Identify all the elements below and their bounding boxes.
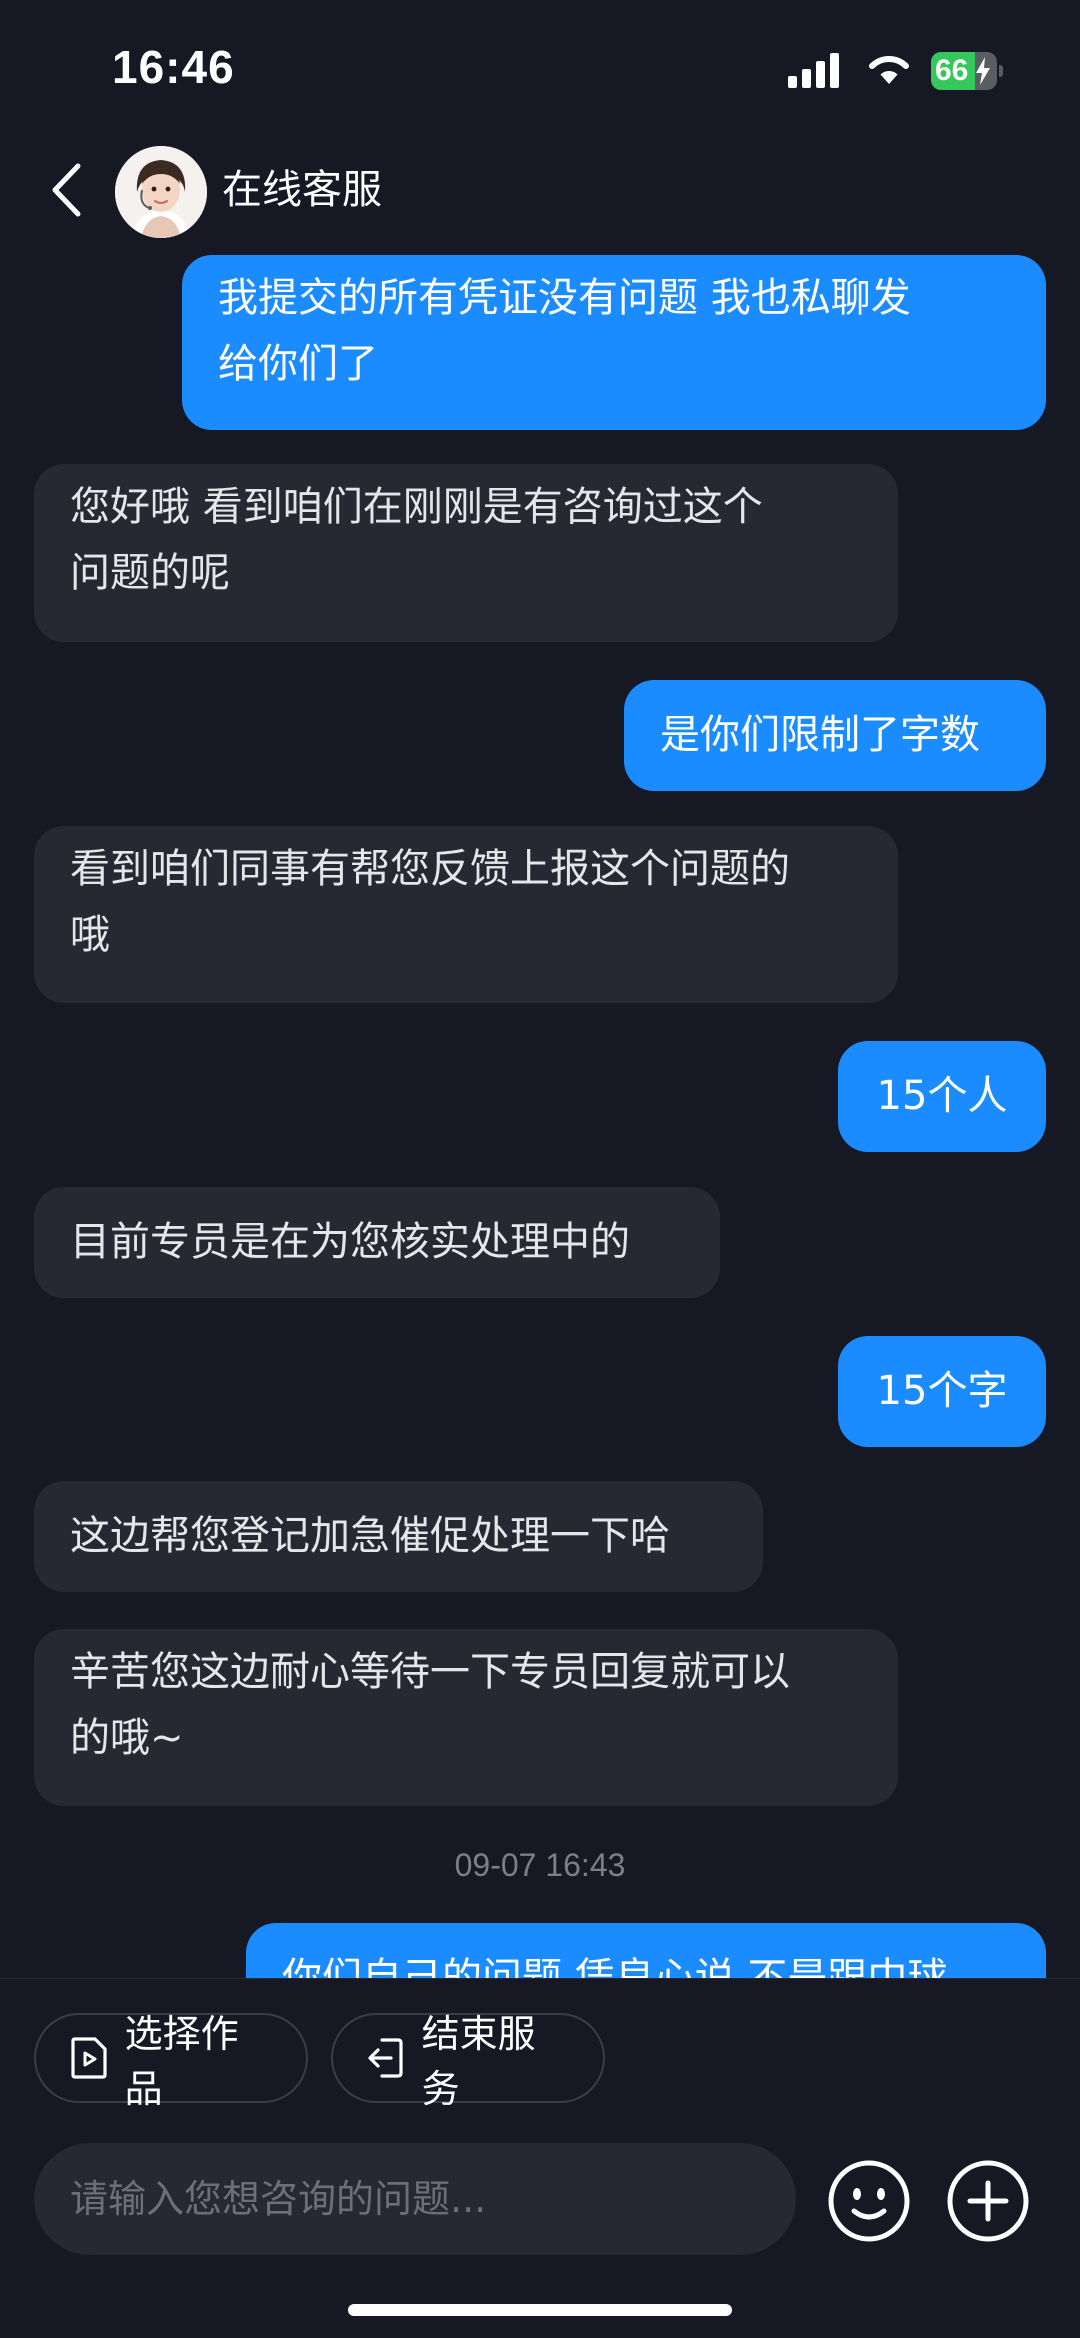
status-time: 16:46	[112, 41, 235, 93]
wifi-icon	[869, 55, 909, 84]
message-input[interactable]	[34, 2143, 796, 2255]
back-button[interactable]	[40, 160, 92, 220]
emoji-icon	[828, 2160, 910, 2242]
message-bubble-outgoing[interactable]: 15个字	[838, 1336, 1046, 1447]
end-service-label: 结束服务	[421, 2012, 536, 2111]
chat-title: 在线客服	[222, 167, 382, 213]
cellular-signal-icon	[788, 53, 839, 88]
agent-avatar[interactable]	[115, 146, 207, 238]
plus-icon	[947, 2160, 1029, 2242]
end-service-button[interactable]: 结束服务	[331, 2012, 605, 2111]
message-line: 我提交的所有凭证没有问题 我也私聊发	[218, 275, 911, 321]
chevron-left-icon	[52, 163, 81, 217]
message-bubble-incoming[interactable]: 目前专员是在为您核实处理中的	[34, 1187, 720, 1298]
exit-icon	[365, 2036, 408, 2080]
message-line: 您好哦 看到咱们在刚刚是有咨询过这个	[70, 484, 763, 530]
message-line: 是你们限制了字数	[660, 712, 980, 758]
message-bubble-outgoing[interactable]: 我提交的所有凭证没有问题 我也私聊发 给你们了	[182, 255, 1046, 430]
message-bubble-incoming[interactable]: 这边帮您登记加急催促处理一下哈	[34, 1481, 763, 1592]
select-work-label: 选择作品	[124, 2012, 239, 2111]
message-bubble-incoming[interactable]: 辛苦您这边耐心等待一下专员回复就可以 的哦~	[34, 1629, 898, 1806]
chat-header: 在线客服	[0, 140, 1080, 245]
message-line: 的哦~	[70, 1715, 184, 1761]
message-bubble-incoming[interactable]: 您好哦 看到咱们在刚刚是有咨询过这个 问题的呢	[34, 464, 898, 642]
chat-messages[interactable]: 我提交的所有凭证没有问题 我也私聊发 给你们了 您好哦 看到咱们在刚刚是有咨询过…	[0, 245, 1080, 1978]
message-bubble-outgoing[interactable]: 15个人	[838, 1041, 1046, 1152]
message-line: 这边帮您登记加急催促处理一下哈	[70, 1513, 670, 1559]
emoji-button[interactable]	[827, 2159, 911, 2243]
message-line: 辛苦您这边耐心等待一下专员回复就可以	[70, 1649, 790, 1695]
battery-level: 66	[935, 54, 969, 87]
message-line: 问题的呢	[70, 550, 230, 596]
message-line: 你们自己的问题 凭良心说 不是跟中球	[282, 1955, 948, 1978]
message-line: 目前专员是在为您核实处理中的	[70, 1219, 630, 1265]
message-line: 给你们了	[218, 341, 378, 387]
bottom-panel: 选择作品 结束服务	[0, 1978, 1080, 2338]
home-indicator[interactable]	[348, 2304, 732, 2316]
agent-avatar-icon	[115, 146, 207, 238]
video-file-icon	[68, 2036, 111, 2080]
message-line: 看到咱们同事有帮您反馈上报这个问题的	[70, 846, 790, 892]
status-bar: 16:46 66	[0, 0, 1080, 140]
message-line: 15个人	[876, 1073, 1008, 1119]
more-options-button[interactable]	[946, 2159, 1030, 2243]
message-bubble-incoming[interactable]: 看到咱们同事有帮您反馈上报这个问题的 哦	[34, 826, 898, 1003]
message-bubble-outgoing[interactable]: 你们自己的问题 凭良心说 不是跟中球	[246, 1923, 1046, 1978]
timestamp-divider: 09-07 16:43	[454, 1847, 626, 1883]
battery-indicator: 66	[931, 52, 1003, 90]
message-bubble-outgoing[interactable]: 是你们限制了字数	[624, 680, 1046, 791]
message-line: 哦	[70, 912, 110, 958]
charging-bolt-icon	[976, 57, 990, 85]
select-work-button[interactable]: 选择作品	[34, 2012, 308, 2111]
message-line: 15个字	[876, 1368, 1008, 1414]
